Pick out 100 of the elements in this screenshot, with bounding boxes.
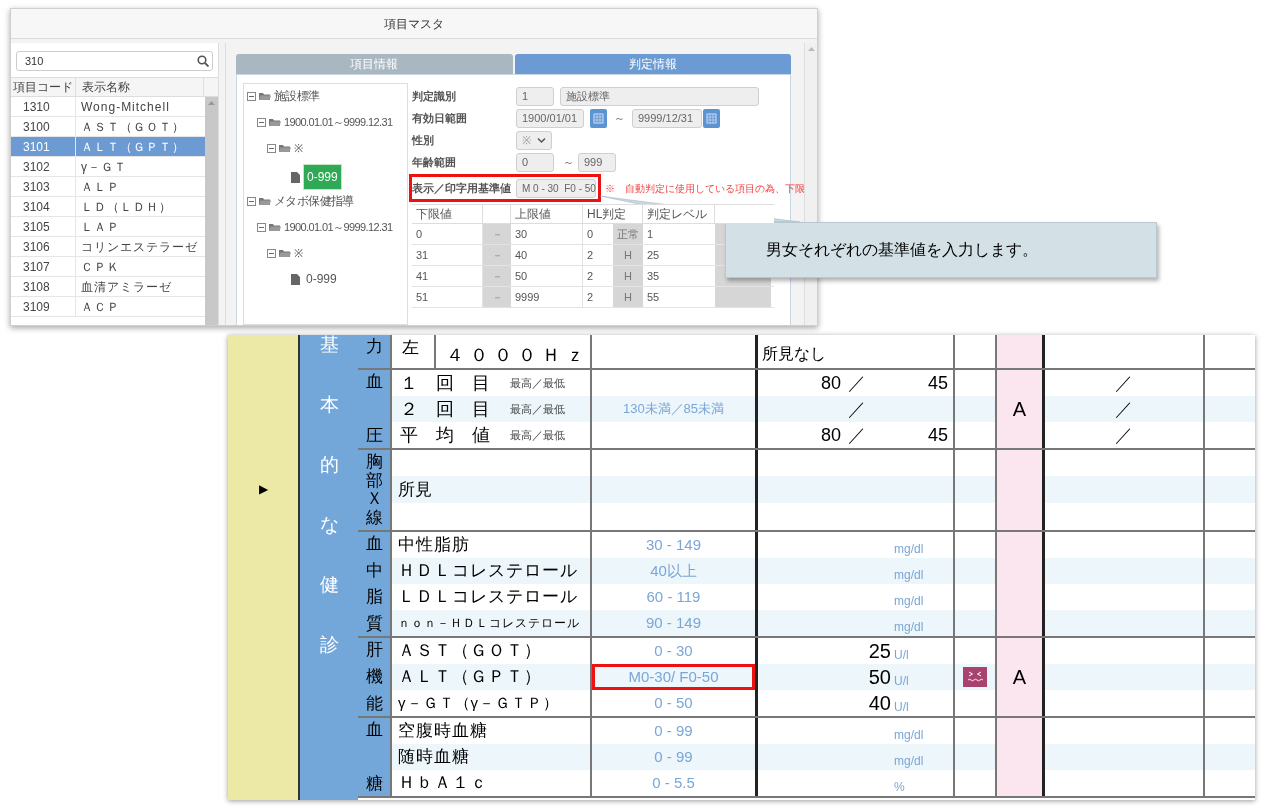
table-cell-text: 2 <box>586 268 595 284</box>
group-label: 力 <box>358 335 392 368</box>
table-cell: 3102 <box>11 157 76 176</box>
unit-label: mg/dl <box>894 620 924 634</box>
input-field[interactable]: 0 <box>516 152 554 172</box>
table-cell-text: 2 <box>586 247 595 263</box>
result-separator: ／ <box>848 397 866 421</box>
tree-label[interactable]: 1900.01.01～9999.12.31 <box>284 218 393 236</box>
unit-label: mg/dl <box>894 754 924 768</box>
list-row[interactable]: 3102 γ－ＧＴ <box>11 157 206 177</box>
unit-label: U/l <box>894 674 909 688</box>
range-separator: ～ <box>614 110 625 126</box>
list-row[interactable]: 3100 ＡＳＴ（ＧＯＴ） <box>11 117 206 137</box>
tree-label[interactable]: メタボ保健指導 <box>274 192 354 210</box>
date-field[interactable]: 9999/12/31 <box>632 108 702 128</box>
table-cell-text: Wong-Mitchell <box>81 98 170 116</box>
table-cell-text: ＬＡＰ <box>81 218 120 236</box>
column-header: HL判定 <box>583 205 643 223</box>
collapse-icon[interactable] <box>257 117 266 127</box>
item-label: ＬＤＬコレステロール <box>398 586 578 609</box>
range-separator: ～ <box>563 154 574 170</box>
table-cell: 3107 <box>11 257 76 276</box>
table-cell: H <box>613 287 643 307</box>
list-row[interactable]: 3104 ＬＤ（ＬＤＨ） <box>11 197 206 217</box>
tree-label[interactable]: 施設標準 <box>274 87 320 105</box>
input-field[interactable]: 999 <box>578 152 616 172</box>
result-separator: ／ <box>848 423 866 447</box>
table-cell: 9999 <box>511 287 583 307</box>
expand-marker[interactable]: ▶ <box>258 482 268 496</box>
reference-range: 130未満／85未満 <box>622 400 725 419</box>
input-field[interactable]: 1 <box>516 86 554 106</box>
result-text: 所見なし <box>761 344 826 364</box>
item-sub-label: 最高／最低 <box>510 401 565 417</box>
group-label: 血糖 <box>358 718 392 796</box>
collapse-icon[interactable] <box>267 143 276 153</box>
table-cell <box>1205 610 1255 636</box>
result-value: 45 <box>927 423 948 447</box>
grade-cell <box>997 335 1045 368</box>
reference-range: 0 - 30 <box>654 640 693 661</box>
table-cell: 3101 <box>11 137 76 156</box>
item-sub-label: 最高／最低 <box>510 427 565 443</box>
table-cell-text: コリンエステラーゼ <box>81 238 198 256</box>
reference-range: 40以上 <box>650 560 697 581</box>
date-field[interactable]: 1900/01/01 <box>516 108 584 128</box>
list-row[interactable]: 3103 ＡＬＰ <box>11 177 206 197</box>
unit-label: % <box>894 780 905 794</box>
warning-note: ※ 自動判定に使用している項目の為、下限 <box>605 181 805 196</box>
field-label: 性別 <box>412 132 435 148</box>
input-field[interactable]: 施設標準 <box>560 86 759 106</box>
tree-label[interactable]: 1900.01.01～9999.12.31 <box>284 113 393 131</box>
calendar-icon[interactable] <box>703 108 720 128</box>
list-row[interactable]: 3108 血清アミラーゼ <box>11 277 206 297</box>
reference-range: 60 - 119 <box>646 586 701 607</box>
folder-icon <box>269 117 281 127</box>
folder-icon <box>279 143 291 153</box>
list-row[interactable]: 3105 ＬＡＰ <box>11 217 206 237</box>
reference-range: 0 - 50 <box>654 692 693 713</box>
input-field[interactable]: M 0 - 30 F0 - 50 <box>516 178 596 198</box>
table-cell <box>715 287 771 307</box>
result-value: 25 <box>868 640 891 662</box>
list-row[interactable]: 3107 ＣＰＫ <box>11 257 206 277</box>
column-header: 判定レベル <box>643 205 715 223</box>
folder-icon <box>279 248 291 258</box>
calendar-icon[interactable] <box>590 108 607 128</box>
item-label: 空腹時血糖 <box>398 720 488 743</box>
grade-cell: A <box>997 370 1045 448</box>
item-label: γ－ＧＴ（γ－ＧＴＰ） <box>398 692 559 713</box>
item-label: ＨｂＡ１ｃ <box>398 772 488 795</box>
face-icon <box>963 667 987 687</box>
collapse-icon[interactable] <box>247 91 256 101</box>
unit-label: mg/dl <box>894 542 924 556</box>
collapse-icon[interactable] <box>247 196 256 206</box>
search-icon[interactable] <box>197 55 209 67</box>
table-cell-text: ＡＬＴ（ＧＰＴ） <box>81 138 185 156</box>
collapse-icon[interactable] <box>267 248 276 258</box>
table-cell: 1310 <box>11 97 76 116</box>
folder-icon <box>259 196 271 206</box>
item-label: ｎｏｎ－ＨＤＬコレステロール <box>398 615 580 632</box>
list-row[interactable]: 3109 ＡＣＰ <box>11 297 206 317</box>
collapse-icon[interactable] <box>257 222 266 232</box>
scrollbar[interactable] <box>205 97 218 325</box>
tree-label[interactable]: 0-999 <box>303 270 340 288</box>
table-cell-text: 1 <box>646 226 655 242</box>
tree-label[interactable]: ※ <box>294 244 303 262</box>
result-value: 50 <box>868 666 891 688</box>
table-cell: 3109 <box>11 297 76 316</box>
window-title: 項目マスタ <box>11 9 817 39</box>
table-cell-text: ＬＤ（ＬＤＨ） <box>81 198 172 216</box>
item-label: ＡＬＴ（ＧＰＴ） <box>398 666 542 689</box>
list-row[interactable]: 1310 Wong-Mitchell <box>11 97 206 117</box>
unit-label: mg/dl <box>894 728 924 742</box>
tree-label[interactable]: ※ <box>294 139 303 157</box>
unit-label: mg/dl <box>894 594 924 608</box>
search-field[interactable]: 310 <box>16 51 213 71</box>
table-cell-text: 0 <box>586 226 595 242</box>
item-sub-label: 最高／最低 <box>510 375 565 391</box>
table-cell: － <box>483 287 511 307</box>
unit-label: U/l <box>894 700 909 714</box>
table-cell: 3105 <box>11 217 76 236</box>
list-row[interactable]: 3106 コリンエステラーゼ <box>11 237 206 257</box>
